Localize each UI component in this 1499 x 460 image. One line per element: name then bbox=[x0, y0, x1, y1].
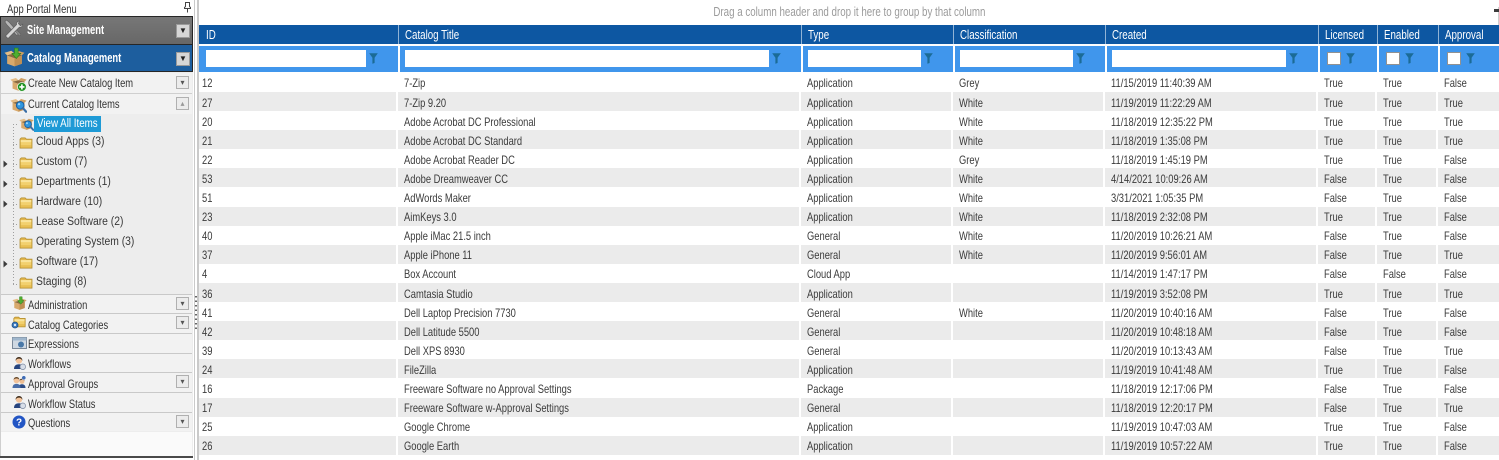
svg-text:?: ? bbox=[16, 417, 22, 428]
